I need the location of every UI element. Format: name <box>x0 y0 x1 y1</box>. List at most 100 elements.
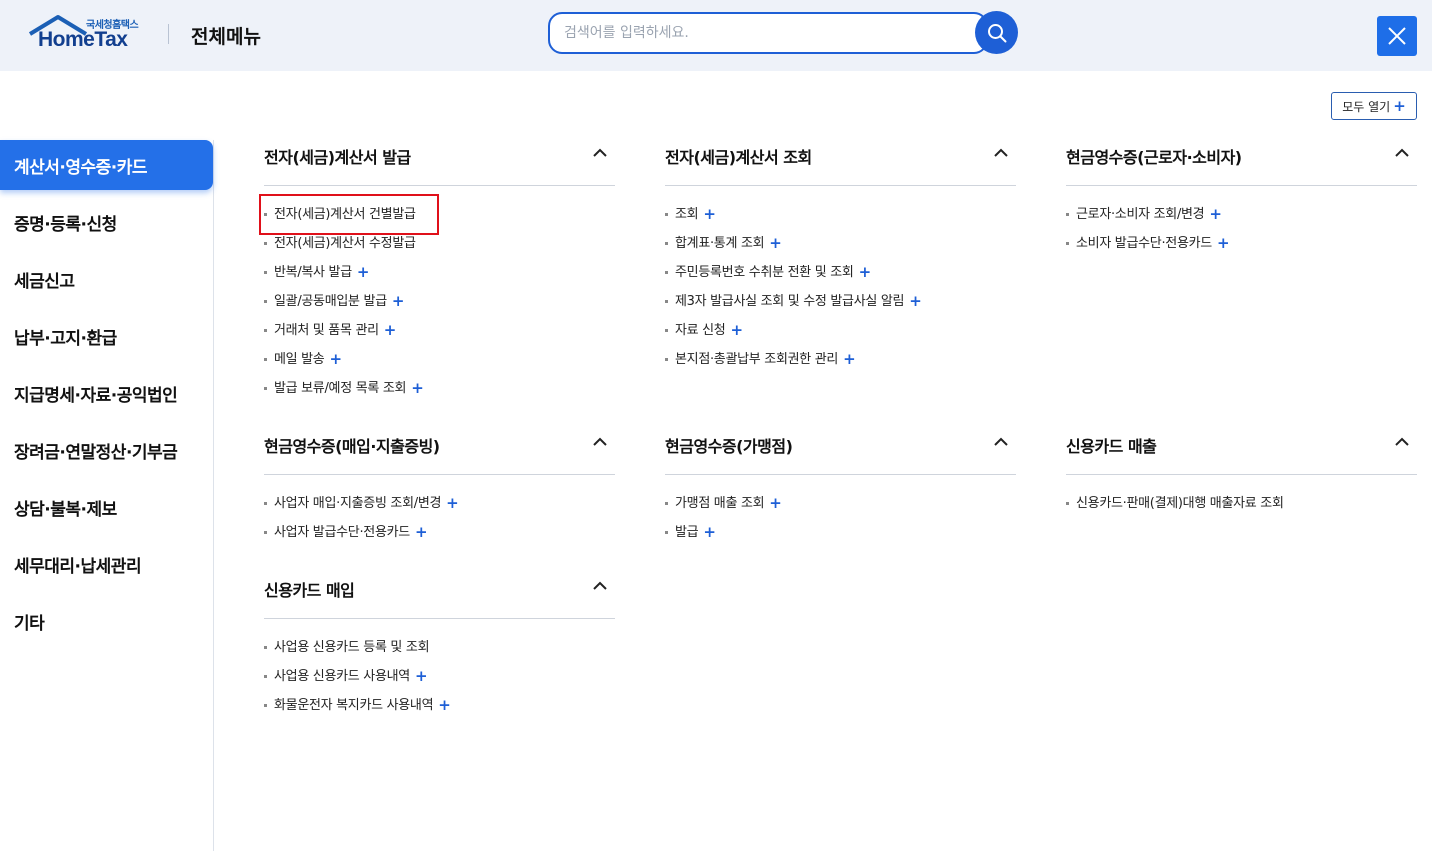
menu-item-label: 거래처 및 품목 관리 <box>274 323 379 338</box>
menu-item-label: 자료 신청 <box>675 323 726 338</box>
menu-item-merchant-issue[interactable]: 발급 + <box>665 524 1016 553</box>
section-title: 전자(세금)계산서 발급 <box>264 148 411 167</box>
menu-item-label: 메일 발송 <box>274 352 325 367</box>
menu-item-label: 일괄/공동매입분 발급 <box>274 294 387 309</box>
menu-item-inquiry[interactable]: 조회 + <box>665 206 1016 235</box>
search-icon <box>987 23 1006 42</box>
section-header[interactable]: 신용카드 매입 <box>264 575 615 619</box>
menu-item-card-register[interactable]: 사업용 신용카드 등록 및 조회 <box>264 639 615 668</box>
expand-all-button[interactable]: 모두 열기 + <box>1331 92 1417 120</box>
menu-item-label: 신용카드·판매(결제)대행 매출자료 조회 <box>1076 496 1284 511</box>
plus-icon[interactable]: + <box>769 495 782 511</box>
search-box <box>548 12 988 54</box>
sidebar-item-receipts-cards[interactable]: 계산서·영수증·카드 <box>0 140 213 190</box>
sidebar-item-incentives[interactable]: 장려금·연말정산·기부금 <box>0 425 213 475</box>
menu-item-mail-send[interactable]: 메일 발송 + <box>264 351 615 380</box>
menu-item-consumer-card[interactable]: 소비자 발급수단·전용카드 + <box>1066 235 1417 264</box>
plus-icon[interactable]: + <box>384 322 397 338</box>
menu-item-label: 사업자 발급수단·전용카드 <box>274 525 410 540</box>
menu-item-partner-manage[interactable]: 거래처 및 품목 관리 + <box>264 322 615 351</box>
menu-item-merchant-sales[interactable]: 가맹점 매출 조회 + <box>665 495 1016 524</box>
menu-item-cargo-card[interactable]: 화물운전자 복지카드 사용내역 + <box>264 697 615 726</box>
menu-item-business-card[interactable]: 사업자 발급수단·전용카드 + <box>264 524 615 553</box>
menu-item-label: 사업용 신용카드 사용내역 <box>274 669 410 684</box>
section-header[interactable]: 전자(세금)계산서 조회 <box>665 142 1016 186</box>
sidebar-item-tax-report[interactable]: 세금신고 <box>0 254 213 304</box>
menu-item-label: 소비자 발급수단·전용카드 <box>1076 236 1212 251</box>
plus-icon[interactable]: + <box>703 206 716 222</box>
menu-item-label: 발급 <box>675 525 699 540</box>
menu-item-label: 전자(세금)계산서 수정발급 <box>274 236 416 251</box>
chevron-up-icon <box>1395 148 1409 157</box>
plus-icon[interactable]: + <box>446 495 459 511</box>
menu-item-repeat-issue[interactable]: 반복/복사 발급 + <box>264 264 615 293</box>
search-button[interactable] <box>975 11 1018 54</box>
plus-icon[interactable]: + <box>392 293 405 309</box>
plus-icon[interactable]: + <box>438 697 451 713</box>
plus-icon[interactable]: + <box>329 351 342 367</box>
menu-item-rrn-convert[interactable]: 주민등록번호 수취분 전환 및 조회 + <box>665 264 1016 293</box>
menu-item-bulk-issue[interactable]: 일괄/공동매입분 발급 + <box>264 293 615 322</box>
menu-item-data-request[interactable]: 자료 신청 + <box>665 322 1016 351</box>
section-title: 전자(세금)계산서 조회 <box>665 148 812 167</box>
plus-icon[interactable]: + <box>703 524 716 540</box>
plus-icon[interactable]: + <box>859 264 872 280</box>
menu-item-label: 주민등록번호 수취분 전환 및 조회 <box>675 265 854 280</box>
section-header[interactable]: 현금영수증(근로자·소비자) <box>1066 142 1417 186</box>
logo-text: HomeTax <box>38 28 128 51</box>
plus-icon[interactable]: + <box>415 668 428 684</box>
chevron-up-icon <box>593 148 607 157</box>
chevron-up-icon <box>994 148 1008 157</box>
section-header[interactable]: 현금영수증(매입·지출증빙) <box>264 431 615 475</box>
sidebar: 계산서·영수증·카드 증명·등록·신청 세금신고 납부·고지·환급 지급명세·자… <box>0 140 214 851</box>
section-title: 현금영수증(매입·지출증빙) <box>264 437 440 456</box>
plus-icon[interactable]: + <box>415 524 428 540</box>
menu-item-card-usage[interactable]: 사업용 신용카드 사용내역 + <box>264 668 615 697</box>
chevron-up-icon <box>1395 437 1409 446</box>
sidebar-item-consultation[interactable]: 상담·불복·제보 <box>0 482 213 532</box>
menu-item-single-issue[interactable]: 전자(세금)계산서 건별발급 <box>264 206 615 235</box>
plus-icon[interactable]: + <box>843 351 856 367</box>
sidebar-item-payment[interactable]: 납부·고지·환급 <box>0 311 213 361</box>
section-credit-card-purchase: 신용카드 매입 사업용 신용카드 등록 및 조회 사업용 신용카드 사용내역 + … <box>264 575 615 726</box>
section-header[interactable]: 전자(세금)계산서 발급 <box>264 142 615 186</box>
menu-item-label: 가맹점 매출 조회 <box>675 496 765 511</box>
plus-icon[interactable]: + <box>1217 235 1230 251</box>
plus-icon[interactable]: + <box>730 322 743 338</box>
plus-icon[interactable]: + <box>411 380 424 396</box>
plus-icon[interactable]: + <box>909 293 922 309</box>
section-header[interactable]: 현금영수증(가맹점) <box>665 431 1016 475</box>
section-cash-receipt-consumer: 현금영수증(근로자·소비자) 근로자·소비자 조회/변경 + 소비자 발급수단·전… <box>1066 142 1417 264</box>
menu-item-label: 반복/복사 발급 <box>274 265 352 280</box>
menu-item-label: 본지점·총괄납부 조회권한 관리 <box>675 352 839 367</box>
sidebar-item-tax-agent[interactable]: 세무대리·납세관리 <box>0 539 213 589</box>
menu-item-label: 발급 보류/예정 목록 조회 <box>274 381 407 396</box>
close-icon <box>1388 27 1406 45</box>
menu-item-third-party[interactable]: 제3자 발급사실 조회 및 수정 발급사실 알림 + <box>665 293 1016 322</box>
chevron-up-icon <box>994 437 1008 446</box>
section-cash-receipt-merchant: 현금영수증(가맹점) 가맹점 매출 조회 + 발급 + <box>665 431 1016 553</box>
sidebar-item-other[interactable]: 기타 <box>0 596 213 646</box>
menu-item-business-expense[interactable]: 사업자 매입·지출증빙 조회/변경 + <box>264 495 615 524</box>
section-cash-receipt-business: 현금영수증(매입·지출증빙) 사업자 매입·지출증빙 조회/변경 + 사업자 발급… <box>264 431 615 553</box>
plus-icon[interactable]: + <box>1209 206 1222 222</box>
menu-item-branch-auth[interactable]: 본지점·총괄납부 조회권한 관리 + <box>665 351 1016 380</box>
menu-item-pending-list[interactable]: 발급 보류/예정 목록 조회 + <box>264 380 615 409</box>
menu-item-summary-stats[interactable]: 합계표·통계 조회 + <box>665 235 1016 264</box>
close-button[interactable] <box>1377 16 1417 56</box>
menu-item-card-sales-inquiry[interactable]: 신용카드·판매(결제)대행 매출자료 조회 <box>1066 495 1417 524</box>
plus-icon[interactable]: + <box>357 264 370 280</box>
header: 국세청홈택스 HomeTax 전체메뉴 <box>0 0 1432 71</box>
search-input[interactable] <box>564 22 964 44</box>
menu-item-label: 근로자·소비자 조회/변경 <box>1076 207 1205 222</box>
page-title: 전체메뉴 <box>191 26 261 48</box>
menu-item-label: 제3자 발급사실 조회 및 수정 발급사실 알림 <box>675 294 905 309</box>
menu-item-consumer-inquiry[interactable]: 근로자·소비자 조회/변경 + <box>1066 206 1417 235</box>
menu-item-amend-issue[interactable]: 전자(세금)계산서 수정발급 <box>264 235 615 264</box>
plus-icon[interactable]: + <box>769 235 782 251</box>
section-title: 신용카드 매입 <box>264 581 355 600</box>
hometax-logo[interactable]: 국세청홈택스 HomeTax <box>28 14 148 56</box>
sidebar-item-certificates[interactable]: 증명·등록·신청 <box>0 197 213 247</box>
sidebar-item-statements[interactable]: 지급명세·자료·공익법인 <box>0 368 213 418</box>
section-header[interactable]: 신용카드 매출 <box>1066 431 1417 475</box>
